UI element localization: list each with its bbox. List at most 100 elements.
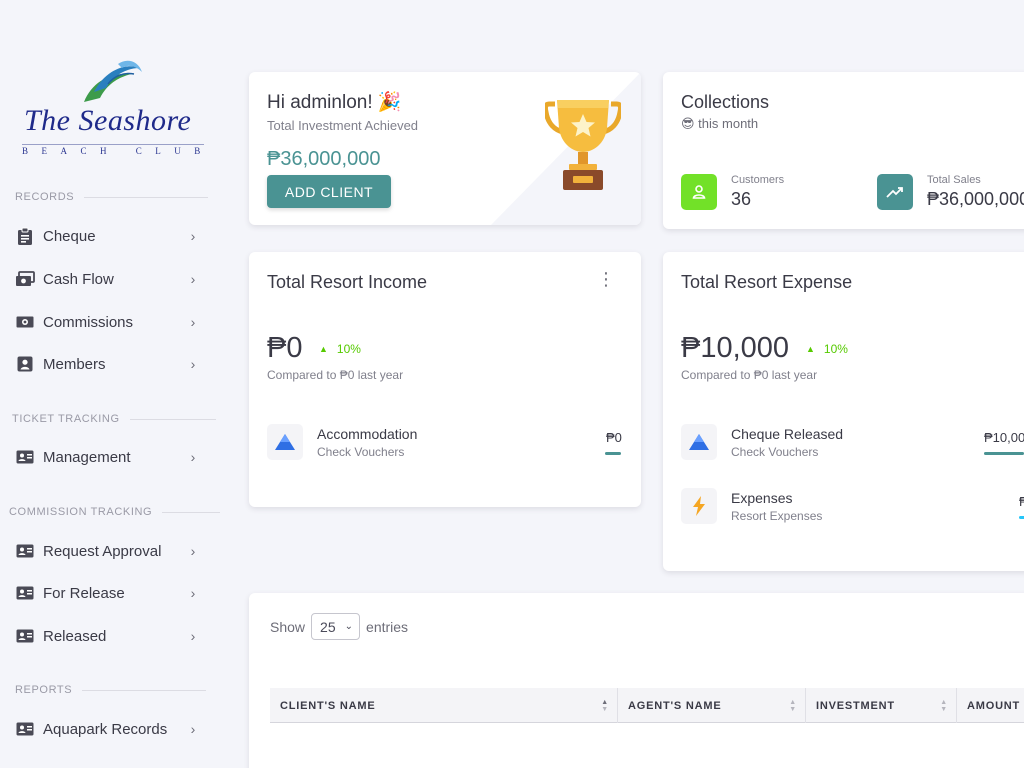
clipboard-icon xyxy=(14,225,36,247)
sidebar-item-for-release[interactable]: For Release › xyxy=(14,577,200,609)
entries-value: 25 xyxy=(320,618,336,635)
column-header-agents-name[interactable]: AGENT'S NAME ▲ ▼ xyxy=(618,688,806,723)
resort-income-card: Total Resort Income ⋮ ₱0 ▲ 10% Compared t… xyxy=(249,252,641,507)
chevron-right-icon: › xyxy=(190,271,196,287)
welcome-card: Hi adminlon! 🎉 Total Investment Achieved… xyxy=(249,72,641,225)
section-reports: REPORTS xyxy=(15,684,207,696)
column-header-amount[interactable]: AMOUNT xyxy=(957,688,1024,723)
table-header: CLIENT'S NAME ▲ ▼ AGENT'S NAME ▲ ▼ INVESTM… xyxy=(270,688,1024,723)
stat-value: 36 xyxy=(731,189,752,209)
sidebar-item-cash-flow[interactable]: Cash Flow › xyxy=(14,263,200,295)
brand-script-name: The Seashore xyxy=(24,104,192,137)
row-value: ₱0 xyxy=(606,430,622,445)
cash-icon xyxy=(14,268,36,290)
sidebar: The Seashore BEACH CLUB RECORDS Cheque ›… xyxy=(0,0,222,768)
row-value: ₱10,000 xyxy=(984,430,1024,445)
chevron-right-icon: › xyxy=(190,449,196,465)
progress-bar xyxy=(605,452,621,455)
entries-select[interactable]: 25 ⌄ xyxy=(311,613,361,640)
income-amount: ₱0 xyxy=(267,332,303,364)
lightning-icon xyxy=(681,488,717,524)
entries-control: Show 25 ⌄ entries xyxy=(270,613,408,640)
triangle-logo-icon xyxy=(681,424,717,460)
trending-up-icon xyxy=(877,174,913,210)
column-header-clients-name[interactable]: CLIENT'S NAME ▲ ▼ xyxy=(270,688,618,723)
row-title: Expenses xyxy=(731,489,793,506)
row-subtitle: Resort Expenses xyxy=(731,508,823,523)
sidebar-item-label: Commissions xyxy=(43,313,134,331)
expense-row-cheque-released: Cheque Released Check Vouchers xyxy=(681,424,843,460)
sidebar-item-commissions[interactable]: Commissions › xyxy=(14,306,200,338)
row-title: Cheque Released xyxy=(731,425,844,442)
collections-subtitle: 😎 this month xyxy=(681,116,759,131)
chevron-right-icon: › xyxy=(190,356,196,372)
wave-logo-icon xyxy=(84,60,142,102)
row-subtitle: Check Vouchers xyxy=(317,444,405,459)
brand-subtitle: BEACH CLUB xyxy=(22,144,214,156)
money-icon xyxy=(14,311,36,333)
collections-card: Collections 😎 this month Customers 36 To… xyxy=(663,72,1024,229)
sort-icon: ▲ ▼ xyxy=(789,698,797,713)
sidebar-item-aquapark-records[interactable]: Aquapark Records › xyxy=(14,713,200,745)
triangle-logo-icon xyxy=(267,424,303,460)
sidebar-item-members[interactable]: Members › xyxy=(14,348,200,380)
sidebar-item-label: For Release xyxy=(43,584,125,602)
ticket-icon xyxy=(14,446,36,468)
more-vertical-icon[interactable]: ⋮ xyxy=(597,270,615,288)
sidebar-item-label: Request Approval xyxy=(43,542,162,560)
income-title: Total Resort Income xyxy=(267,272,428,292)
sidebar-item-label: Cash Flow xyxy=(43,270,114,288)
contact-card-icon xyxy=(14,353,36,375)
show-label: Show xyxy=(270,618,306,635)
row-title: Accommodation xyxy=(317,425,418,442)
ticket-icon xyxy=(14,582,36,604)
chevron-right-icon: › xyxy=(190,228,196,244)
sidebar-item-request-approval[interactable]: Request Approval › xyxy=(14,535,200,567)
ticket-icon xyxy=(14,625,36,647)
section-records: RECORDS xyxy=(15,191,209,203)
income-change: ▲ 10% xyxy=(319,342,361,356)
row-value: ₱ xyxy=(1019,494,1024,509)
stat-value: ₱36,000,000 xyxy=(927,189,1024,209)
stat-customers: Customers 36 xyxy=(681,174,784,210)
stat-total-sales: Total Sales ₱36,000,000 xyxy=(877,174,1024,210)
progress-bar xyxy=(1019,516,1024,519)
expense-amount: ₱10,000 xyxy=(681,332,790,364)
greeting: Hi adminlon! 🎉 xyxy=(267,92,402,113)
chevron-right-icon: › xyxy=(190,585,196,601)
chevron-right-icon: › xyxy=(190,314,196,330)
sidebar-item-management[interactable]: Management › xyxy=(14,441,200,473)
progress-bar xyxy=(984,452,1024,455)
arrow-up-icon: ▲ xyxy=(806,344,815,354)
expense-change: ▲ 10% xyxy=(806,342,848,356)
column-header-investment[interactable]: INVESTMENT ▲ ▼ xyxy=(806,688,957,723)
total-investment-amount: ₱36,000,000 xyxy=(267,148,381,170)
chevron-right-icon: › xyxy=(190,543,196,559)
collections-title: Collections xyxy=(681,92,770,112)
brand-logo[interactable]: The Seashore BEACH CLUB xyxy=(18,58,208,158)
sort-icon: ▲ ▼ xyxy=(601,698,609,713)
resort-expense-card: Total Resort Expense ₱10,000 ▲ 10% Compar… xyxy=(663,252,1024,571)
section-ticket-tracking: TICKET TRACKING xyxy=(12,413,216,425)
income-row-accommodation: Accommodation Check Vouchers xyxy=(267,424,417,460)
chevron-down-icon: ⌄ xyxy=(344,621,354,632)
entries-label: entries xyxy=(366,618,409,635)
add-client-button[interactable]: ADD CLIENT xyxy=(267,175,391,208)
expense-row-expenses: Expenses Resort Expenses xyxy=(681,488,822,524)
row-subtitle: Check Vouchers xyxy=(731,444,819,459)
expense-compare: Compared to ₱0 last year xyxy=(681,368,818,382)
ticket-icon xyxy=(14,718,36,740)
ticket-icon xyxy=(14,540,36,562)
arrow-up-icon: ▲ xyxy=(319,344,328,354)
sidebar-item-released[interactable]: Released › xyxy=(14,620,200,652)
section-commission-tracking: COMMISSION TRACKING xyxy=(9,506,221,518)
sidebar-item-cheque[interactable]: Cheque › xyxy=(14,220,200,252)
trophy-icon xyxy=(545,100,621,190)
income-compare: Compared to ₱0 last year xyxy=(267,368,404,382)
sidebar-item-label: Aquapark Records xyxy=(43,720,168,738)
sort-icon: ▲ ▼ xyxy=(940,698,948,713)
user-icon xyxy=(681,174,717,210)
chevron-right-icon: › xyxy=(190,721,196,737)
clients-table-card: Show 25 ⌄ entries CLIENT'S NAME ▲ ▼ AGENT… xyxy=(249,593,1024,768)
chevron-right-icon: › xyxy=(190,628,196,644)
